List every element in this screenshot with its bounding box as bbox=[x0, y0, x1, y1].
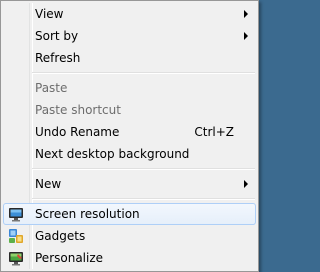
menu-item-label: Paste shortcut bbox=[35, 103, 121, 117]
menu-item-label: Sort by bbox=[35, 29, 79, 43]
menu-separator bbox=[32, 198, 255, 200]
personalize-icon bbox=[9, 252, 23, 266]
menu-item-sort-by[interactable]: Sort by bbox=[3, 25, 256, 47]
gadgets-icon bbox=[9, 229, 23, 243]
menu-item-personalize[interactable]: Personalize bbox=[3, 247, 256, 269]
menu-item-label: View bbox=[35, 7, 64, 21]
menu-item-undo-rename[interactable]: Undo Rename Ctrl+Z bbox=[3, 121, 256, 143]
menu-item-shortcut: Ctrl+Z bbox=[194, 125, 234, 139]
menu-item-paste[interactable]: Paste bbox=[3, 77, 256, 99]
menu-item-label: Refresh bbox=[35, 51, 81, 65]
menu-item-paste-shortcut[interactable]: Paste shortcut bbox=[3, 99, 256, 121]
monitor-icon bbox=[9, 208, 23, 222]
menu-item-view[interactable]: View bbox=[3, 3, 256, 25]
menu-item-next-desktop-background[interactable]: Next desktop background bbox=[3, 143, 256, 165]
menu-item-label: Personalize bbox=[35, 251, 104, 265]
menu-item-label: Paste bbox=[35, 81, 68, 95]
menu-item-refresh[interactable]: Refresh bbox=[3, 47, 256, 69]
menu-separator bbox=[32, 72, 255, 74]
menu-item-label: Undo Rename bbox=[35, 125, 120, 139]
menu-item-gadgets[interactable]: Gadgets bbox=[3, 225, 256, 247]
menu-item-label: Screen resolution bbox=[35, 207, 140, 221]
menu-item-label: New bbox=[35, 177, 62, 191]
menu-item-label: Gadgets bbox=[35, 229, 86, 243]
desktop-context-menu: View Sort by Refresh Paste Paste shortcu… bbox=[0, 0, 259, 272]
submenu-arrow-icon bbox=[244, 180, 248, 188]
menu-item-screen-resolution[interactable]: Screen resolution bbox=[3, 203, 256, 225]
submenu-arrow-icon bbox=[244, 10, 248, 18]
menu-item-label: Next desktop background bbox=[35, 147, 190, 161]
submenu-arrow-icon bbox=[244, 32, 248, 40]
menu-separator bbox=[32, 168, 255, 170]
menu-item-new[interactable]: New bbox=[3, 173, 256, 195]
